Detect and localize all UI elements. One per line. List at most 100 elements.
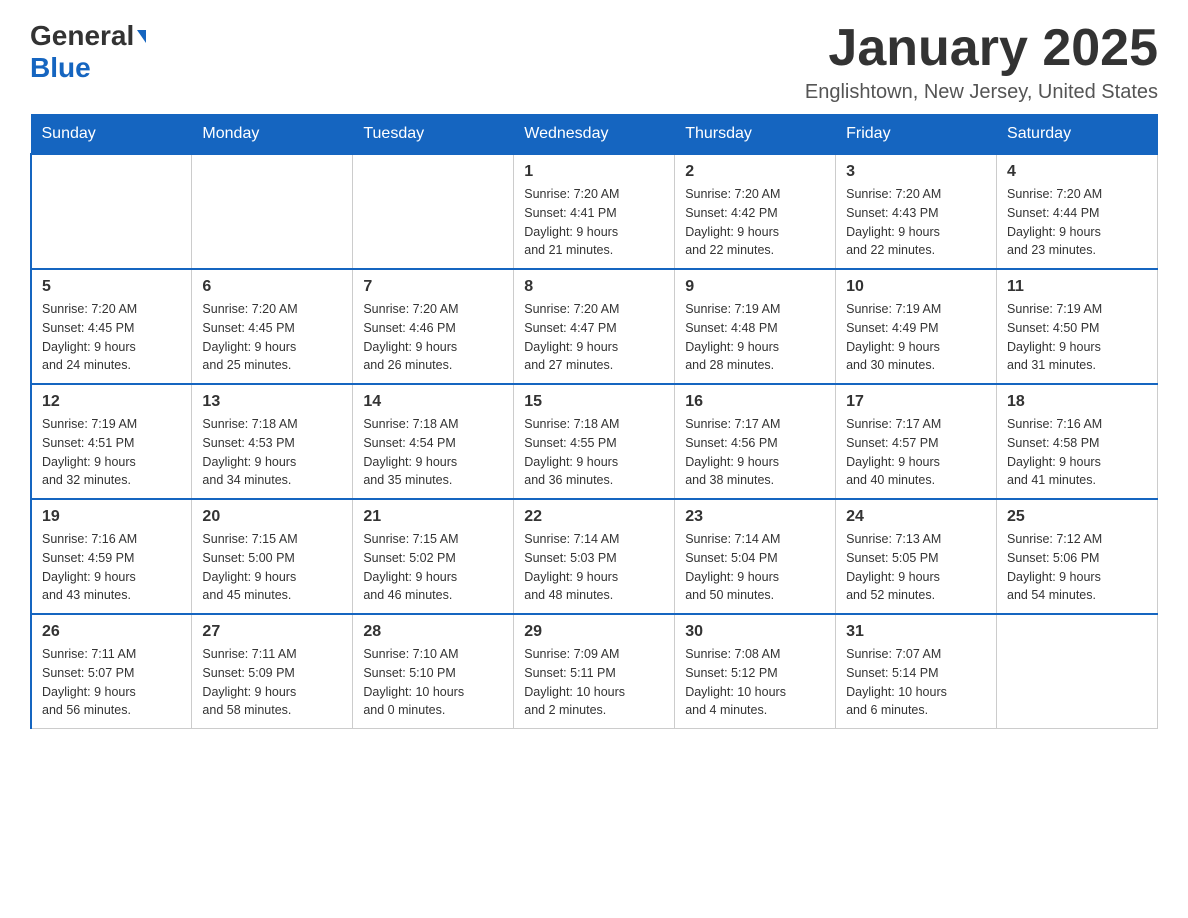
day-number: 29 bbox=[524, 623, 664, 641]
day-of-week-header: Friday bbox=[836, 115, 997, 155]
calendar-cell: 9 Sunrise: 7:19 AM Sunset: 4:48 PM Daylig… bbox=[675, 269, 836, 384]
calendar-cell: 7Sunrise: 7:20 AM Sunset: 4:46 PM Daylig… bbox=[353, 269, 514, 384]
calendar-cell: 30Sunrise: 7:08 AM Sunset: 5:12 PM Dayli… bbox=[675, 614, 836, 729]
day-info: Sunrise: 7:20 AM Sunset: 4:44 PM Dayligh… bbox=[1007, 185, 1147, 260]
calendar-cell: 12Sunrise: 7:19 AM Sunset: 4:51 PM Dayli… bbox=[31, 384, 192, 499]
calendar-cell: 14 Sunrise: 7:18 AM Sunset: 4:54 PM Dayli… bbox=[353, 384, 514, 499]
day-info: Sunrise: 7:17 AM Sunset: 4:57 PM Dayligh… bbox=[846, 415, 986, 490]
calendar-cell: 11Sunrise: 7:19 AM Sunset: 4:50 PM Dayli… bbox=[997, 269, 1158, 384]
day-number: 4 bbox=[1007, 163, 1147, 181]
calendar-header-row: SundayMondayTuesdayWednesdayThursdayFrid… bbox=[31, 115, 1158, 155]
day-number: 31 bbox=[846, 623, 986, 641]
day-info: Sunrise: 7:09 AM Sunset: 5:11 PM Dayligh… bbox=[524, 645, 664, 720]
day-number: 11 bbox=[1007, 278, 1147, 296]
day-info: Sunrise: 7:08 AM Sunset: 5:12 PM Dayligh… bbox=[685, 645, 825, 720]
location-text: Englishtown, New Jersey, United States bbox=[805, 81, 1158, 104]
day-info: Sunrise: 7:19 AM Sunset: 4:51 PM Dayligh… bbox=[42, 415, 181, 490]
day-info: Sunrise: 7:20 AM Sunset: 4:41 PM Dayligh… bbox=[524, 185, 664, 260]
logo-general-text: General bbox=[30, 20, 134, 52]
day-info: Sunrise: 7:17 AM Sunset: 4:56 PM Dayligh… bbox=[685, 415, 825, 490]
day-number: 6 bbox=[202, 278, 342, 296]
calendar-cell: 10 Sunrise: 7:19 AM Sunset: 4:49 PM Dayli… bbox=[836, 269, 997, 384]
calendar-cell: 26 Sunrise: 7:11 AM Sunset: 5:07 PM Dayli… bbox=[31, 614, 192, 729]
day-number: 2 bbox=[685, 163, 825, 181]
day-number: 16 bbox=[685, 393, 825, 411]
calendar-cell: 5Sunrise: 7:20 AM Sunset: 4:45 PM Daylig… bbox=[31, 269, 192, 384]
day-number: 20 bbox=[202, 508, 342, 526]
calendar-cell: 22 Sunrise: 7:14 AM Sunset: 5:03 PM Dayli… bbox=[514, 499, 675, 614]
day-number: 27 bbox=[202, 623, 342, 641]
calendar-cell: 17Sunrise: 7:17 AM Sunset: 4:57 PM Dayli… bbox=[836, 384, 997, 499]
calendar-week-row: 26 Sunrise: 7:11 AM Sunset: 5:07 PM Dayli… bbox=[31, 614, 1158, 729]
day-number: 21 bbox=[363, 508, 503, 526]
day-of-week-header: Thursday bbox=[675, 115, 836, 155]
logo-triangle-icon bbox=[137, 30, 146, 43]
day-of-week-header: Monday bbox=[192, 115, 353, 155]
day-info: Sunrise: 7:19 AM Sunset: 4:49 PM Dayligh… bbox=[846, 300, 986, 375]
title-section: January 2025 Englishtown, New Jersey, Un… bbox=[805, 20, 1158, 104]
calendar-cell bbox=[997, 614, 1158, 729]
calendar-cell: 1Sunrise: 7:20 AM Sunset: 4:41 PM Daylig… bbox=[514, 154, 675, 269]
calendar-table: SundayMondayTuesdayWednesdayThursdayFrid… bbox=[30, 114, 1158, 729]
day-info: Sunrise: 7:20 AM Sunset: 4:45 PM Dayligh… bbox=[42, 300, 181, 375]
calendar-cell: 2 Sunrise: 7:20 AM Sunset: 4:42 PM Daylig… bbox=[675, 154, 836, 269]
calendar-cell bbox=[353, 154, 514, 269]
calendar-cell: 3 Sunrise: 7:20 AM Sunset: 4:43 PM Daylig… bbox=[836, 154, 997, 269]
day-info: Sunrise: 7:20 AM Sunset: 4:42 PM Dayligh… bbox=[685, 185, 825, 260]
day-info: Sunrise: 7:10 AM Sunset: 5:10 PM Dayligh… bbox=[363, 645, 503, 720]
logo: General Blue bbox=[30, 20, 146, 84]
day-number: 7 bbox=[363, 278, 503, 296]
day-info: Sunrise: 7:20 AM Sunset: 4:47 PM Dayligh… bbox=[524, 300, 664, 375]
day-of-week-header: Saturday bbox=[997, 115, 1158, 155]
day-info: Sunrise: 7:13 AM Sunset: 5:05 PM Dayligh… bbox=[846, 530, 986, 605]
day-info: Sunrise: 7:20 AM Sunset: 4:45 PM Dayligh… bbox=[202, 300, 342, 375]
day-of-week-header: Wednesday bbox=[514, 115, 675, 155]
calendar-cell bbox=[192, 154, 353, 269]
day-number: 28 bbox=[363, 623, 503, 641]
calendar-cell: 4 Sunrise: 7:20 AM Sunset: 4:44 PM Daylig… bbox=[997, 154, 1158, 269]
calendar-cell: 31Sunrise: 7:07 AM Sunset: 5:14 PM Dayli… bbox=[836, 614, 997, 729]
page-header: General Blue January 2025 Englishtown, N… bbox=[30, 20, 1158, 104]
calendar-cell: 19Sunrise: 7:16 AM Sunset: 4:59 PM Dayli… bbox=[31, 499, 192, 614]
day-info: Sunrise: 7:14 AM Sunset: 5:03 PM Dayligh… bbox=[524, 530, 664, 605]
day-info: Sunrise: 7:16 AM Sunset: 4:59 PM Dayligh… bbox=[42, 530, 181, 605]
calendar-week-row: 1Sunrise: 7:20 AM Sunset: 4:41 PM Daylig… bbox=[31, 154, 1158, 269]
day-number: 23 bbox=[685, 508, 825, 526]
day-info: Sunrise: 7:19 AM Sunset: 4:48 PM Dayligh… bbox=[685, 300, 825, 375]
day-number: 24 bbox=[846, 508, 986, 526]
day-info: Sunrise: 7:18 AM Sunset: 4:54 PM Dayligh… bbox=[363, 415, 503, 490]
day-info: Sunrise: 7:14 AM Sunset: 5:04 PM Dayligh… bbox=[685, 530, 825, 605]
day-number: 26 bbox=[42, 623, 181, 641]
calendar-cell: 20 Sunrise: 7:15 AM Sunset: 5:00 PM Dayli… bbox=[192, 499, 353, 614]
calendar-cell: 21 Sunrise: 7:15 AM Sunset: 5:02 PM Dayli… bbox=[353, 499, 514, 614]
day-info: Sunrise: 7:11 AM Sunset: 5:07 PM Dayligh… bbox=[42, 645, 181, 720]
day-info: Sunrise: 7:11 AM Sunset: 5:09 PM Dayligh… bbox=[202, 645, 342, 720]
calendar-cell: 8Sunrise: 7:20 AM Sunset: 4:47 PM Daylig… bbox=[514, 269, 675, 384]
day-info: Sunrise: 7:15 AM Sunset: 5:00 PM Dayligh… bbox=[202, 530, 342, 605]
day-info: Sunrise: 7:12 AM Sunset: 5:06 PM Dayligh… bbox=[1007, 530, 1147, 605]
day-number: 22 bbox=[524, 508, 664, 526]
calendar-cell bbox=[31, 154, 192, 269]
calendar-cell: 29 Sunrise: 7:09 AM Sunset: 5:11 PM Dayli… bbox=[514, 614, 675, 729]
calendar-cell: 27 Sunrise: 7:11 AM Sunset: 5:09 PM Dayli… bbox=[192, 614, 353, 729]
day-number: 10 bbox=[846, 278, 986, 296]
day-number: 9 bbox=[685, 278, 825, 296]
day-number: 3 bbox=[846, 163, 986, 181]
calendar-cell: 18Sunrise: 7:16 AM Sunset: 4:58 PM Dayli… bbox=[997, 384, 1158, 499]
day-number: 15 bbox=[524, 393, 664, 411]
day-info: Sunrise: 7:18 AM Sunset: 4:53 PM Dayligh… bbox=[202, 415, 342, 490]
day-number: 18 bbox=[1007, 393, 1147, 411]
calendar-cell: 24 Sunrise: 7:13 AM Sunset: 5:05 PM Dayli… bbox=[836, 499, 997, 614]
day-number: 14 bbox=[363, 393, 503, 411]
calendar-cell: 15Sunrise: 7:18 AM Sunset: 4:55 PM Dayli… bbox=[514, 384, 675, 499]
calendar-cell: 28 Sunrise: 7:10 AM Sunset: 5:10 PM Dayli… bbox=[353, 614, 514, 729]
calendar-cell: 16 Sunrise: 7:17 AM Sunset: 4:56 PM Dayli… bbox=[675, 384, 836, 499]
calendar-week-row: 19Sunrise: 7:16 AM Sunset: 4:59 PM Dayli… bbox=[31, 499, 1158, 614]
calendar-cell: 23 Sunrise: 7:14 AM Sunset: 5:04 PM Dayli… bbox=[675, 499, 836, 614]
calendar-cell: 13Sunrise: 7:18 AM Sunset: 4:53 PM Dayli… bbox=[192, 384, 353, 499]
logo-blue-text: Blue bbox=[30, 52, 91, 83]
calendar-cell: 6 Sunrise: 7:20 AM Sunset: 4:45 PM Daylig… bbox=[192, 269, 353, 384]
calendar-week-row: 12Sunrise: 7:19 AM Sunset: 4:51 PM Dayli… bbox=[31, 384, 1158, 499]
day-info: Sunrise: 7:20 AM Sunset: 4:43 PM Dayligh… bbox=[846, 185, 986, 260]
day-info: Sunrise: 7:15 AM Sunset: 5:02 PM Dayligh… bbox=[363, 530, 503, 605]
